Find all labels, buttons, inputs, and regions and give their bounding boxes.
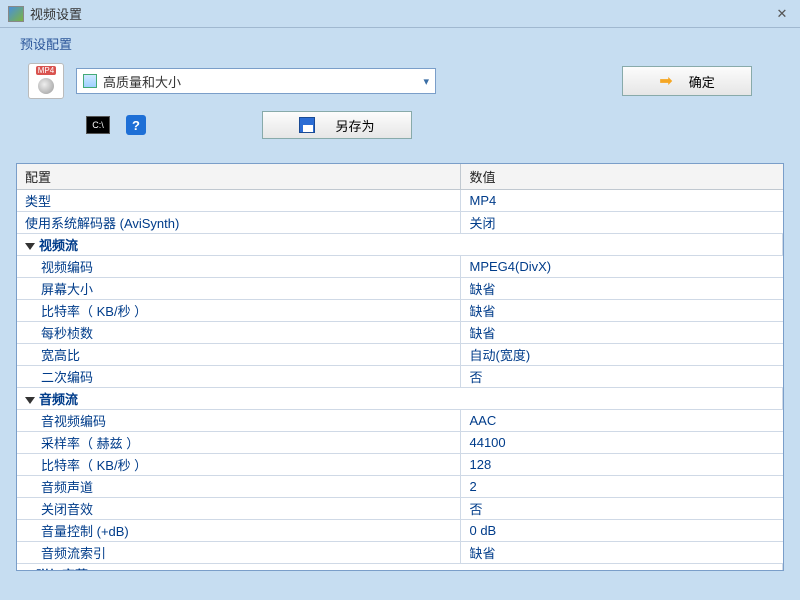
property-value[interactable]: MPEG4(DivX) (461, 256, 783, 278)
group-cell[interactable]: 附加字幕 (17, 564, 783, 572)
property-value[interactable]: 自动(宽度) (461, 344, 783, 366)
property-value[interactable]: 2 (461, 476, 783, 498)
table-row[interactable]: 音频流索引缺省 (17, 542, 783, 564)
preset-section: 预设配置 高质量和大小 ▾ ➡ 确定 C:\ ? 另存为 (0, 28, 800, 157)
property-name: 类型 (17, 190, 461, 212)
preset-row-2: C:\ ? 另存为 (16, 107, 784, 147)
table-row[interactable]: 视频流 (17, 234, 783, 256)
property-value[interactable]: 缺省 (461, 322, 783, 344)
table-row[interactable]: 音视频编码AAC (17, 410, 783, 432)
property-value[interactable]: 128 (461, 454, 783, 476)
property-value[interactable]: 缺省 (461, 300, 783, 322)
property-value[interactable]: 关闭 (461, 212, 783, 234)
table-row[interactable]: 比特率（ KB/秒 ）128 (17, 454, 783, 476)
table-row[interactable]: 比特率（ KB/秒 ）缺省 (17, 300, 783, 322)
collapse-icon (25, 397, 35, 404)
property-value[interactable]: 0 dB (461, 520, 783, 542)
property-name: 视频编码 (17, 256, 461, 278)
property-value[interactable]: 缺省 (461, 278, 783, 300)
table-row[interactable]: 使用系统解码器 (AviSynth)关闭 (17, 212, 783, 234)
mp4-format-icon (28, 63, 64, 99)
table-row[interactable]: 采样率（ 赫兹 ）44100 (17, 432, 783, 454)
settings-table: 配置 数值 类型MP4使用系统解码器 (AviSynth)关闭视频流视频编码MP… (17, 164, 783, 571)
group-cell[interactable]: 视频流 (17, 234, 783, 256)
chevron-down-icon: ▾ (423, 75, 429, 88)
property-name: 屏幕大小 (17, 278, 461, 300)
table-row[interactable]: 附加字幕 (17, 564, 783, 572)
preset-row: 高质量和大小 ▾ ➡ 确定 (16, 59, 784, 107)
property-name: 采样率（ 赫兹 ） (17, 432, 461, 454)
property-value[interactable]: 44100 (461, 432, 783, 454)
property-name: 每秒桢数 (17, 322, 461, 344)
table-row[interactable]: 视频编码MPEG4(DivX) (17, 256, 783, 278)
property-value[interactable]: 否 (461, 498, 783, 520)
property-name: 比特率（ KB/秒 ） (17, 300, 461, 322)
property-name: 音频流索引 (17, 542, 461, 564)
property-name: 音视频编码 (17, 410, 461, 432)
property-name: 宽高比 (17, 344, 461, 366)
preset-section-label: 预设配置 (20, 34, 784, 53)
titlebar: 视频设置 ✕ (0, 0, 800, 28)
column-header-value[interactable]: 数值 (461, 164, 783, 190)
table-row[interactable]: 类型MP4 (17, 190, 783, 212)
save-as-button[interactable]: 另存为 (262, 111, 412, 139)
window-title: 视频设置 (30, 4, 772, 23)
table-row[interactable]: 关闭音效否 (17, 498, 783, 520)
property-name: 音量控制 (+dB) (17, 520, 461, 542)
property-value[interactable]: AAC (461, 410, 783, 432)
help-icon[interactable]: ? (126, 115, 146, 135)
property-value[interactable]: 缺省 (461, 542, 783, 564)
table-row[interactable]: 音频流 (17, 388, 783, 410)
preset-combobox-value: 高质量和大小 (103, 72, 423, 91)
table-row[interactable]: 音量控制 (+dB)0 dB (17, 520, 783, 542)
column-header-config[interactable]: 配置 (17, 164, 461, 190)
group-label: 音频流 (39, 392, 78, 407)
collapse-icon (25, 243, 35, 250)
group-cell[interactable]: 音频流 (17, 388, 783, 410)
close-icon[interactable]: ✕ (772, 4, 792, 24)
property-value[interactable]: MP4 (461, 190, 783, 212)
ok-button[interactable]: ➡ 确定 (622, 66, 752, 96)
property-name: 关闭音效 (17, 498, 461, 520)
group-label: 视频流 (39, 238, 78, 253)
floppy-disk-icon (299, 117, 315, 133)
property-name: 音频声道 (17, 476, 461, 498)
settings-grid: 配置 数值 类型MP4使用系统解码器 (AviSynth)关闭视频流视频编码MP… (16, 163, 784, 571)
preset-combobox[interactable]: 高质量和大小 ▾ (76, 68, 436, 94)
table-row[interactable]: 二次编码否 (17, 366, 783, 388)
table-row[interactable]: 宽高比自动(宽度) (17, 344, 783, 366)
table-row[interactable]: 每秒桢数缺省 (17, 322, 783, 344)
property-name: 使用系统解码器 (AviSynth) (17, 212, 461, 234)
group-label: 附加字幕 (36, 568, 88, 571)
property-name: 二次编码 (17, 366, 461, 388)
console-icon[interactable]: C:\ (86, 116, 110, 134)
table-row[interactable]: 屏幕大小缺省 (17, 278, 783, 300)
ok-button-label: 确定 (689, 72, 715, 91)
property-value[interactable]: 否 (461, 366, 783, 388)
film-icon (83, 74, 97, 88)
arrow-right-icon: ➡ (659, 71, 672, 91)
table-row[interactable]: 音频声道2 (17, 476, 783, 498)
app-icon (8, 6, 24, 22)
property-name: 比特率（ KB/秒 ） (17, 454, 461, 476)
save-as-button-label: 另存为 (335, 116, 374, 135)
